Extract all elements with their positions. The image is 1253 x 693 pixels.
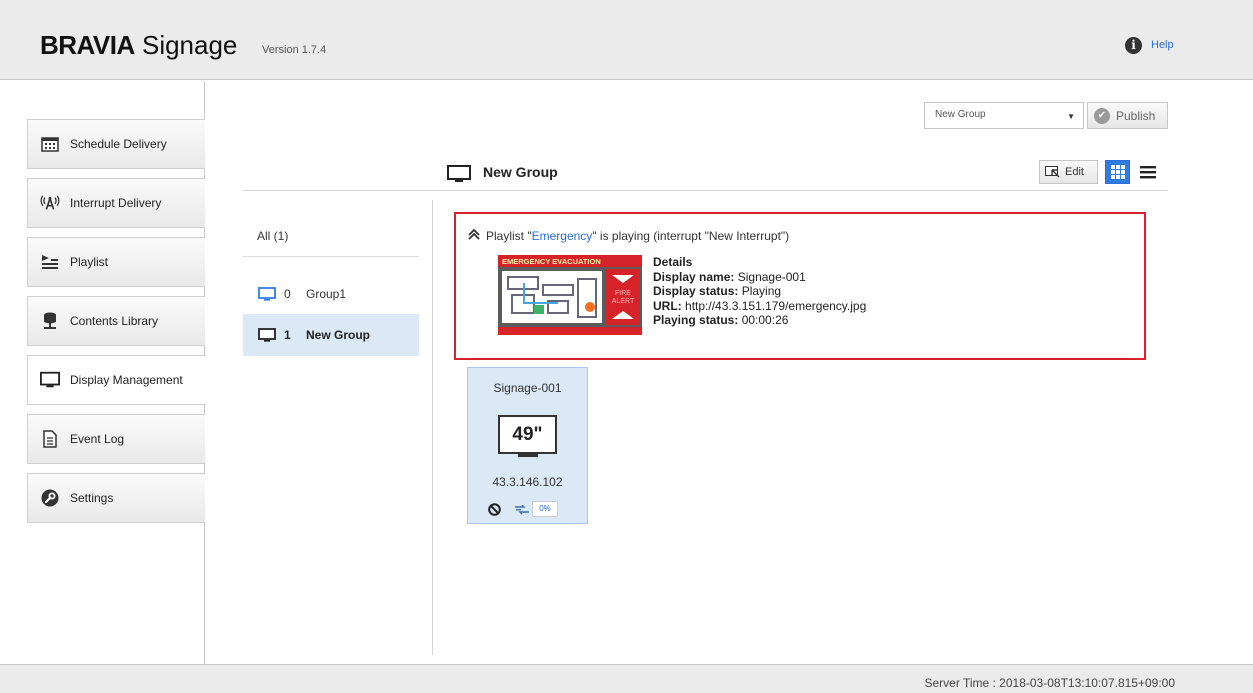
edit-label: Edit <box>1065 166 1084 178</box>
grid-view-button[interactable] <box>1105 160 1130 184</box>
playlist-icon <box>40 253 60 271</box>
divider <box>243 190 1168 191</box>
thumbnail-side-text-1: FIRE <box>615 290 631 297</box>
monitor-icon <box>447 165 471 186</box>
details-block: Details Display name: Signage-001 Displa… <box>653 255 866 328</box>
app-header: BRAVIA Signage Version 1.7.4 i Help <box>0 0 1253 80</box>
sidebar-item-label: Contents Library <box>70 314 159 328</box>
monitor-icon <box>258 328 276 342</box>
group-list: All (1) 0 Group1 1 New Group <box>243 200 433 655</box>
publish-button[interactable]: ✔ Publish <box>1087 102 1168 129</box>
sidebar-item-label: Playlist <box>70 255 109 269</box>
sidebar-item-playlist[interactable]: Playlist <box>27 237 205 287</box>
group-count: 0 <box>284 287 291 301</box>
brand-rest: Signage <box>134 30 238 60</box>
playlist-link[interactable]: Emergency <box>532 229 593 243</box>
display-status-value: Playing <box>741 284 782 298</box>
tv-icon: 49" <box>498 415 557 454</box>
info-icon[interactable]: i <box>1125 37 1142 54</box>
playing-status-label: Playing status: <box>653 313 739 327</box>
details-title: Details <box>653 255 693 269</box>
app-logo: BRAVIA Signage <box>40 30 237 61</box>
collapse-chevron-icon[interactable] <box>468 228 480 243</box>
list-view-button[interactable] <box>1135 160 1160 184</box>
block-icon <box>488 503 501 519</box>
sidebar-item-label: Interrupt Delivery <box>70 196 162 210</box>
edit-icon <box>1045 166 1060 178</box>
list-icon <box>1139 166 1156 179</box>
sidebar-item-contents-library[interactable]: Contents Library <box>27 296 205 346</box>
display-name-label: Display name: <box>653 269 735 284</box>
calendar-icon <box>40 135 60 153</box>
broadcast-icon <box>40 194 60 212</box>
status-line: Playlist "Emergency" is playing (interru… <box>468 228 790 243</box>
thumbnail-banner: EMERGENCY EVACUATION <box>502 257 601 266</box>
page-title: New Group <box>483 164 558 180</box>
display-card[interactable]: Signage-001 49" 43.3.146.102 0% <box>467 367 588 524</box>
status-suffix: " is playing (interrupt "New Interrupt") <box>592 229 790 243</box>
help-link[interactable]: Help <box>1151 39 1174 51</box>
check-circle-icon: ✔ <box>1094 107 1110 124</box>
display-status-label: Display status: <box>653 284 739 298</box>
display-name: Signage-001 <box>493 381 562 395</box>
server-time: Server Time : 2018-03-08T13:10:07.815+09… <box>924 676 1176 690</box>
sidebar-item-label: Event Log <box>70 432 125 446</box>
publish-label: Publish <box>1116 108 1156 123</box>
sidebar-item-label: Display Management <box>70 373 183 387</box>
sidebar-item-schedule-delivery[interactable]: Schedule Delivery <box>27 119 205 169</box>
group-name: New Group <box>306 328 371 342</box>
status-prefix: Playlist " <box>486 229 532 243</box>
divider <box>243 256 419 257</box>
playback-status-panel: Playlist "Emergency" is playing (interru… <box>454 212 1146 360</box>
sidebar-item-event-log[interactable]: Event Log <box>27 414 205 464</box>
tv-size: 49" <box>512 424 543 445</box>
sidebar-item-label: Settings <box>70 491 114 505</box>
group-item-group1[interactable]: 0 Group1 <box>243 273 419 315</box>
thumbnail-side-text-2: ALERT <box>612 298 635 305</box>
grid-icon <box>1110 165 1125 179</box>
group-count: 1 <box>284 328 291 342</box>
sidebar-item-interrupt-delivery[interactable]: Interrupt Delivery <box>27 178 205 228</box>
group-all-item[interactable]: All (1) <box>257 229 288 243</box>
group-select-value: New Group <box>935 109 986 120</box>
display-ip: 43.3.146.102 <box>492 475 563 489</box>
database-icon <box>40 312 60 330</box>
sidebar-item-display-management[interactable]: Display Management <box>27 355 206 405</box>
brand-bold: BRAVIA <box>40 30 135 60</box>
group-item-new-group[interactable]: 1 New Group <box>243 314 419 356</box>
edit-button[interactable]: Edit <box>1039 160 1098 184</box>
display-name-value: Signage-001 <box>737 269 806 284</box>
group-select[interactable]: New Group ▼ <box>924 102 1084 129</box>
tv-stand <box>518 454 538 457</box>
url-label: URL: <box>653 298 682 313</box>
footer: Server Time : 2018-03-08T13:10:07.815+09… <box>0 664 1253 693</box>
sidebar: Schedule Delivery Interrupt Delivery Pla… <box>0 81 206 664</box>
monitor-icon <box>40 371 60 389</box>
playing-status-value: 00:00:26 <box>741 313 789 327</box>
content-thumbnail: EMERGENCY EVACUATION FIRE ALERT <box>498 255 642 335</box>
url-value: http://43.3.151.179/emergency.jpg <box>685 298 867 313</box>
transfer-icon <box>515 504 529 518</box>
version-label: Version 1.7.4 <box>262 44 327 56</box>
dropdown-arrow-icon: ▼ <box>1067 112 1075 121</box>
wrench-icon <box>40 489 60 507</box>
group-name: Group1 <box>306 287 347 301</box>
document-icon <box>40 430 60 448</box>
sidebar-item-label: Schedule Delivery <box>70 137 167 151</box>
monitor-icon <box>258 287 276 301</box>
sidebar-item-settings[interactable]: Settings <box>27 473 205 523</box>
transfer-progress: 0% <box>532 501 558 517</box>
